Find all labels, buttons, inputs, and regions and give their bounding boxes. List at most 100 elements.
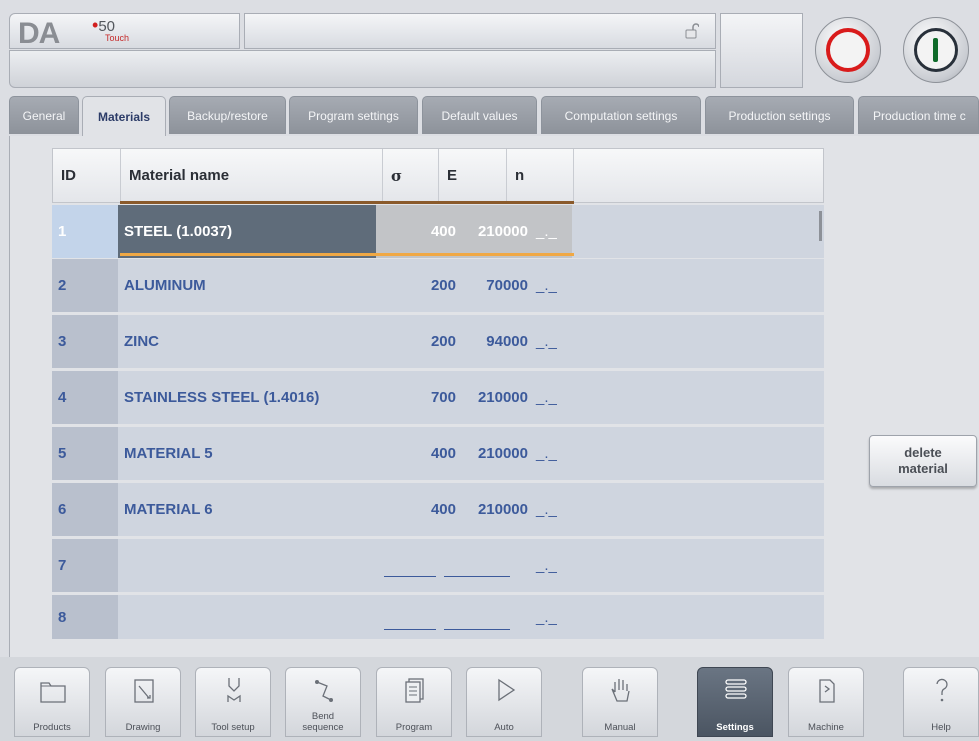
hand-icon bbox=[611, 679, 630, 702]
unlock-icon[interactable] bbox=[685, 23, 699, 39]
n-cell[interactable]: _._ bbox=[530, 483, 572, 536]
program-label: Program bbox=[395, 722, 433, 733]
help-icon bbox=[936, 678, 948, 702]
sigma-cell[interactable]: 400 bbox=[380, 427, 456, 480]
tab-general[interactable]: General bbox=[9, 96, 79, 134]
material-name-cell[interactable]: ZINC bbox=[124, 315, 159, 368]
table-row[interactable]: 3 ZINC 200 94000 _._ bbox=[52, 315, 824, 368]
column-header-sigma: σ bbox=[383, 149, 439, 202]
stop-button[interactable] bbox=[815, 17, 881, 83]
row-body: _._ bbox=[118, 539, 824, 592]
logo: DA •50 Touch bbox=[9, 13, 240, 50]
logo-brand: DA bbox=[18, 17, 60, 50]
help-button[interactable]: Help bbox=[903, 667, 979, 737]
tool-setup-label: Tool setup bbox=[211, 722, 255, 733]
stop-icon bbox=[826, 28, 870, 72]
table-row[interactable]: 1 STEEL (1.0037) 400 210000 _._ bbox=[52, 205, 824, 258]
empty-sigma-line bbox=[384, 629, 436, 630]
e-modulus-cell[interactable]: 210000 bbox=[446, 205, 528, 258]
settings-label: Settings bbox=[716, 722, 754, 733]
delete-label-line2: material bbox=[898, 461, 948, 476]
machine-button[interactable]: Machine bbox=[788, 667, 864, 737]
row-id: 7 bbox=[52, 539, 118, 592]
tab-production-time[interactable]: Production time c bbox=[858, 96, 979, 134]
sigma-cell[interactable]: 200 bbox=[380, 259, 456, 312]
n-cell[interactable]: _._ bbox=[530, 205, 572, 258]
e-modulus-cell[interactable]: 210000 bbox=[446, 371, 528, 424]
tool-setup-button[interactable]: Tool setup bbox=[195, 667, 271, 737]
manual-label: Manual bbox=[604, 722, 636, 733]
program-button[interactable]: Program bbox=[376, 667, 452, 737]
table-row[interactable]: 2 ALUMINUM 200 70000 _._ bbox=[52, 259, 824, 312]
sigma-cell[interactable]: 400 bbox=[380, 205, 456, 258]
manual-button[interactable]: Manual bbox=[582, 667, 658, 737]
row-body: MATERIAL 6 400 210000 _._ bbox=[118, 483, 824, 536]
row-body: ALUMINUM 200 70000 _._ bbox=[118, 259, 824, 312]
tab-computation-settings[interactable]: Computation settings bbox=[541, 96, 701, 134]
row-id: 4 bbox=[52, 371, 118, 424]
empty-e-line bbox=[444, 576, 510, 577]
table-row[interactable]: 8 _._ bbox=[52, 595, 824, 639]
machine-label: Machine bbox=[808, 722, 844, 733]
row-id: 2 bbox=[52, 259, 118, 312]
row-id: 3 bbox=[52, 315, 118, 368]
table-row[interactable]: 6 MATERIAL 6 400 210000 _._ bbox=[52, 483, 824, 536]
n-cell[interactable]: _._ bbox=[530, 315, 572, 368]
auto-button[interactable]: Auto bbox=[466, 667, 542, 737]
bottom-toolbar: Products Drawing Tool setup Bend sequenc… bbox=[0, 657, 979, 741]
n-cell[interactable]: _._ bbox=[530, 595, 572, 639]
e-modulus-cell[interactable]: 210000 bbox=[446, 483, 528, 536]
bend-sequence-button[interactable]: Bend sequence bbox=[285, 667, 361, 737]
help-label: Help bbox=[931, 722, 951, 733]
bend-sequence-label: Bend sequence bbox=[302, 711, 344, 733]
e-modulus-cell[interactable]: 94000 bbox=[446, 315, 528, 368]
tab-materials[interactable]: Materials bbox=[82, 96, 166, 136]
tab-program-settings[interactable]: Program settings bbox=[289, 96, 418, 134]
n-cell[interactable]: _._ bbox=[530, 371, 572, 424]
n-cell[interactable]: _._ bbox=[530, 539, 572, 592]
row-id: 8 bbox=[52, 595, 118, 639]
scrollbar[interactable] bbox=[819, 211, 822, 241]
logo-sub: Touch bbox=[105, 33, 130, 43]
table-row[interactable]: 4 STAINLESS STEEL (1.4016) 700 210000 _.… bbox=[52, 371, 824, 424]
material-name-cell[interactable]: MATERIAL 5 bbox=[124, 427, 213, 480]
pencil-icon bbox=[134, 679, 154, 703]
row-body: STEEL (1.0037) 400 210000 _._ bbox=[118, 205, 824, 258]
material-name-cell[interactable]: ALUMINUM bbox=[124, 259, 206, 312]
drawing-label: Drawing bbox=[125, 722, 161, 733]
n-cell[interactable]: _._ bbox=[530, 427, 572, 480]
tab-default-values[interactable]: Default values bbox=[422, 96, 537, 134]
empty-e-line bbox=[444, 629, 510, 630]
column-header-n: n bbox=[507, 149, 574, 202]
table-row[interactable]: 5 MATERIAL 5 400 210000 _._ bbox=[52, 427, 824, 480]
sigma-cell[interactable]: 400 bbox=[380, 483, 456, 536]
e-modulus-cell[interactable]: 210000 bbox=[446, 427, 528, 480]
tab-backup-restore[interactable]: Backup/restore bbox=[169, 96, 286, 134]
e-modulus-cell[interactable]: 70000 bbox=[446, 259, 528, 312]
products-button[interactable]: Products bbox=[14, 667, 90, 737]
column-header-e: E bbox=[439, 149, 507, 202]
tab-production-settings[interactable]: Production settings bbox=[705, 96, 854, 134]
start-button[interactable] bbox=[903, 17, 969, 83]
material-name-cell[interactable]: STEEL (1.0037) bbox=[124, 205, 232, 258]
bend-sequence-icon bbox=[315, 680, 333, 702]
start-icon bbox=[914, 28, 958, 72]
row-id: 6 bbox=[52, 483, 118, 536]
machine-icon bbox=[819, 679, 835, 703]
delete-label-line1: delete bbox=[904, 445, 942, 460]
drawing-button[interactable]: Drawing bbox=[105, 667, 181, 737]
column-header-material-name: Material name bbox=[121, 149, 383, 202]
sigma-cell[interactable]: 200 bbox=[380, 315, 456, 368]
sigma-cell[interactable]: 700 bbox=[380, 371, 456, 424]
row-body: STAINLESS STEEL (1.4016) 700 210000 _._ bbox=[118, 371, 824, 424]
table-row[interactable]: 7 _._ bbox=[52, 539, 824, 592]
material-name-cell[interactable]: STAINLESS STEEL (1.4016) bbox=[124, 371, 319, 424]
program-icon bbox=[405, 678, 424, 703]
settings-button[interactable]: Settings bbox=[697, 667, 773, 737]
info-box bbox=[720, 13, 803, 88]
material-name-cell[interactable]: MATERIAL 6 bbox=[124, 483, 213, 536]
tool-icon bbox=[227, 678, 241, 702]
n-cell[interactable]: _._ bbox=[530, 259, 572, 312]
delete-material-button[interactable]: delete material bbox=[869, 435, 977, 487]
folder-icon bbox=[40, 682, 66, 703]
